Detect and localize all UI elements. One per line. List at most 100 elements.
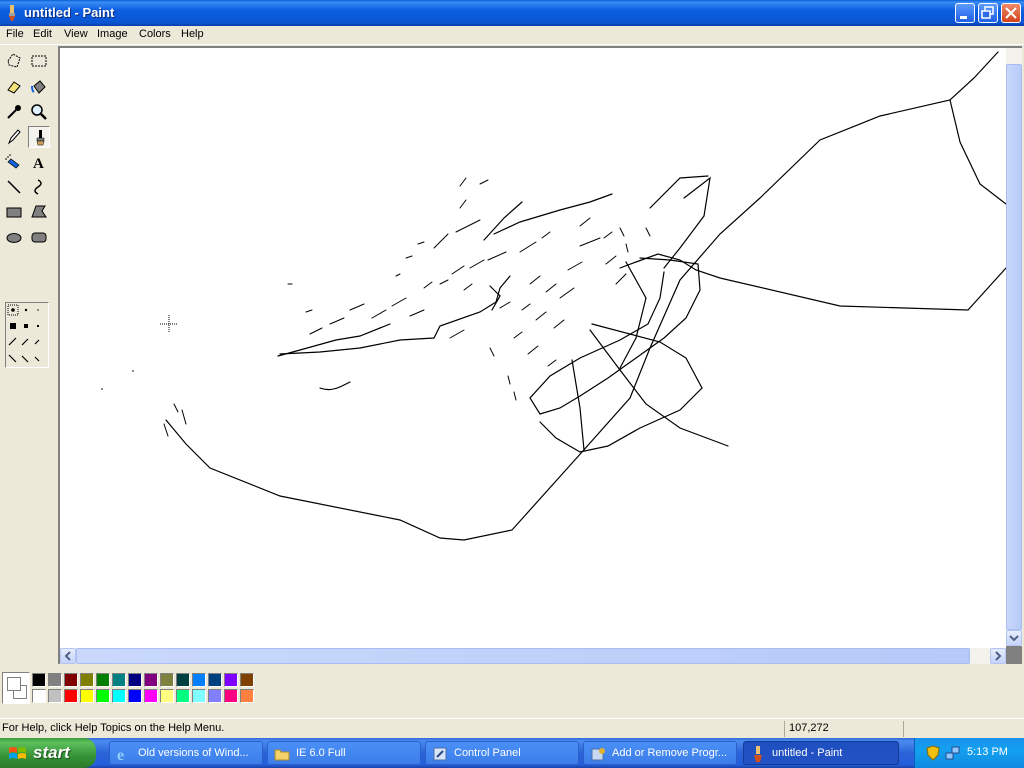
tool-rectangle[interactable] <box>3 201 25 223</box>
tool-rounded-rectangle[interactable] <box>28 226 50 248</box>
palette-color-swatch[interactable] <box>224 673 238 687</box>
palette-color-swatch[interactable] <box>64 689 78 703</box>
palette-color-swatch[interactable] <box>80 673 94 687</box>
palette-color-swatch[interactable] <box>192 689 206 703</box>
network-icon[interactable] <box>945 745 961 761</box>
palette-color-swatch[interactable] <box>128 689 142 703</box>
curve-icon <box>34 179 42 195</box>
palette-color-swatch[interactable] <box>144 673 158 687</box>
tool-box: A <box>0 46 56 666</box>
palette-color-swatch[interactable] <box>208 689 222 703</box>
menu-colors[interactable]: Colors <box>139 28 171 40</box>
svg-text:A: A <box>33 156 44 171</box>
status-help-text: For Help, click Help Topics on the Help … <box>2 722 225 734</box>
restore-icon <box>981 6 994 19</box>
palette-color-swatch[interactable] <box>176 673 190 687</box>
tool-select[interactable] <box>28 50 50 72</box>
add-remove-icon <box>591 748 605 761</box>
tool-free-form-select[interactable] <box>3 50 25 72</box>
minimize-button[interactable] <box>955 3 975 23</box>
palette-color-swatch[interactable] <box>48 689 62 703</box>
palette-color-swatch[interactable] <box>96 689 110 703</box>
palette-color-swatch[interactable] <box>192 673 206 687</box>
palette-color-swatch[interactable] <box>112 673 126 687</box>
palette-color-swatch[interactable] <box>144 689 158 703</box>
task-old-versions[interactable]: e Old versions of Wind... <box>109 741 263 765</box>
close-icon <box>1005 7 1017 19</box>
clock: 5:13 PM <box>967 746 1008 758</box>
pick-color-icon <box>7 105 21 119</box>
task-untitled-paint[interactable]: untitled - Paint <box>743 741 899 765</box>
magnifier-icon <box>31 104 47 120</box>
task-ie-6-full[interactable]: IE 6.0 Full <box>267 741 421 765</box>
status-separator <box>784 721 785 737</box>
palette-color-swatch[interactable] <box>208 673 222 687</box>
scroll-down-button[interactable] <box>1006 630 1022 646</box>
horizontal-scroll-thumb[interactable] <box>76 648 970 664</box>
chevron-left-icon <box>64 651 71 661</box>
text-icon: A <box>33 156 44 171</box>
vertical-scrollbar[interactable] <box>1006 48 1022 646</box>
palette-color-swatch[interactable] <box>112 689 126 703</box>
menu-file[interactable]: File <box>6 28 24 40</box>
menu-view[interactable]: View <box>64 28 88 40</box>
tool-fill[interactable] <box>28 76 50 98</box>
palette-color-swatch[interactable] <box>80 689 94 703</box>
ellipse-icon <box>6 233 22 243</box>
status-coordinates: 107,272 <box>789 722 829 734</box>
title-bar[interactable]: untitled - Paint <box>0 0 1024 26</box>
scroll-right-button[interactable] <box>990 648 1006 664</box>
start-button[interactable]: start <box>0 738 96 768</box>
tool-curve[interactable] <box>28 176 50 198</box>
tool-ellipse[interactable] <box>3 226 25 248</box>
tool-airbrush[interactable] <box>3 151 25 173</box>
security-shield-icon[interactable] <box>925 745 941 761</box>
tool-pencil[interactable] <box>3 126 25 148</box>
status-separator <box>903 721 904 737</box>
palette-color-swatch[interactable] <box>32 689 46 703</box>
palette-color-swatch[interactable] <box>128 673 142 687</box>
menu-help[interactable]: Help <box>181 28 204 40</box>
paint-icon <box>754 746 762 762</box>
tool-eraser[interactable] <box>3 76 25 98</box>
palette-color-swatch[interactable] <box>64 673 78 687</box>
svg-text:e: e <box>117 747 124 762</box>
tool-pick-color[interactable] <box>3 101 25 123</box>
palette-color-swatch[interactable] <box>160 673 174 687</box>
close-button[interactable] <box>1001 3 1021 23</box>
tool-brush[interactable] <box>28 126 50 148</box>
windows-logo-icon <box>9 747 26 759</box>
start-label: start <box>33 743 70 762</box>
tool-text[interactable]: A <box>28 151 50 173</box>
tool-magnifier[interactable] <box>28 101 50 123</box>
system-tray: 5:13 PM <box>914 738 1024 768</box>
horizontal-scrollbar[interactable] <box>60 648 1006 664</box>
palette-color-swatch[interactable] <box>160 689 174 703</box>
brush-shape-options[interactable] <box>5 302 49 368</box>
select-icon <box>31 55 47 67</box>
folder-icon <box>274 749 290 761</box>
minimize-icon <box>960 16 967 19</box>
palette-color-swatch[interactable] <box>176 689 190 703</box>
palette-color-swatch[interactable] <box>48 673 62 687</box>
palette-color-swatch[interactable] <box>224 689 238 703</box>
menu-image[interactable]: Image <box>97 28 128 40</box>
tool-polygon[interactable] <box>28 201 50 223</box>
task-add-remove-programs[interactable]: Add or Remove Progr... <box>583 741 737 765</box>
window-title: untitled - Paint <box>24 5 115 20</box>
task-control-panel[interactable]: Control Panel <box>425 741 579 765</box>
vertical-scroll-thumb[interactable] <box>1006 64 1022 630</box>
tool-line[interactable] <box>3 176 25 198</box>
polygon-icon <box>31 205 47 218</box>
scroll-left-button[interactable] <box>60 648 76 664</box>
menu-edit[interactable]: Edit <box>33 28 52 40</box>
palette-color-swatch[interactable] <box>32 673 46 687</box>
status-bar: For Help, click Help Topics on the Help … <box>0 718 1024 739</box>
restore-button[interactable] <box>978 3 998 23</box>
palette-color-swatch[interactable] <box>240 689 254 703</box>
menu-bar: File Edit View Image Colors Help <box>0 26 1024 45</box>
palette-color-swatch[interactable] <box>240 673 254 687</box>
drawing-canvas[interactable] <box>60 48 1006 648</box>
ie-icon: e <box>117 747 124 762</box>
palette-color-swatch[interactable] <box>96 673 110 687</box>
